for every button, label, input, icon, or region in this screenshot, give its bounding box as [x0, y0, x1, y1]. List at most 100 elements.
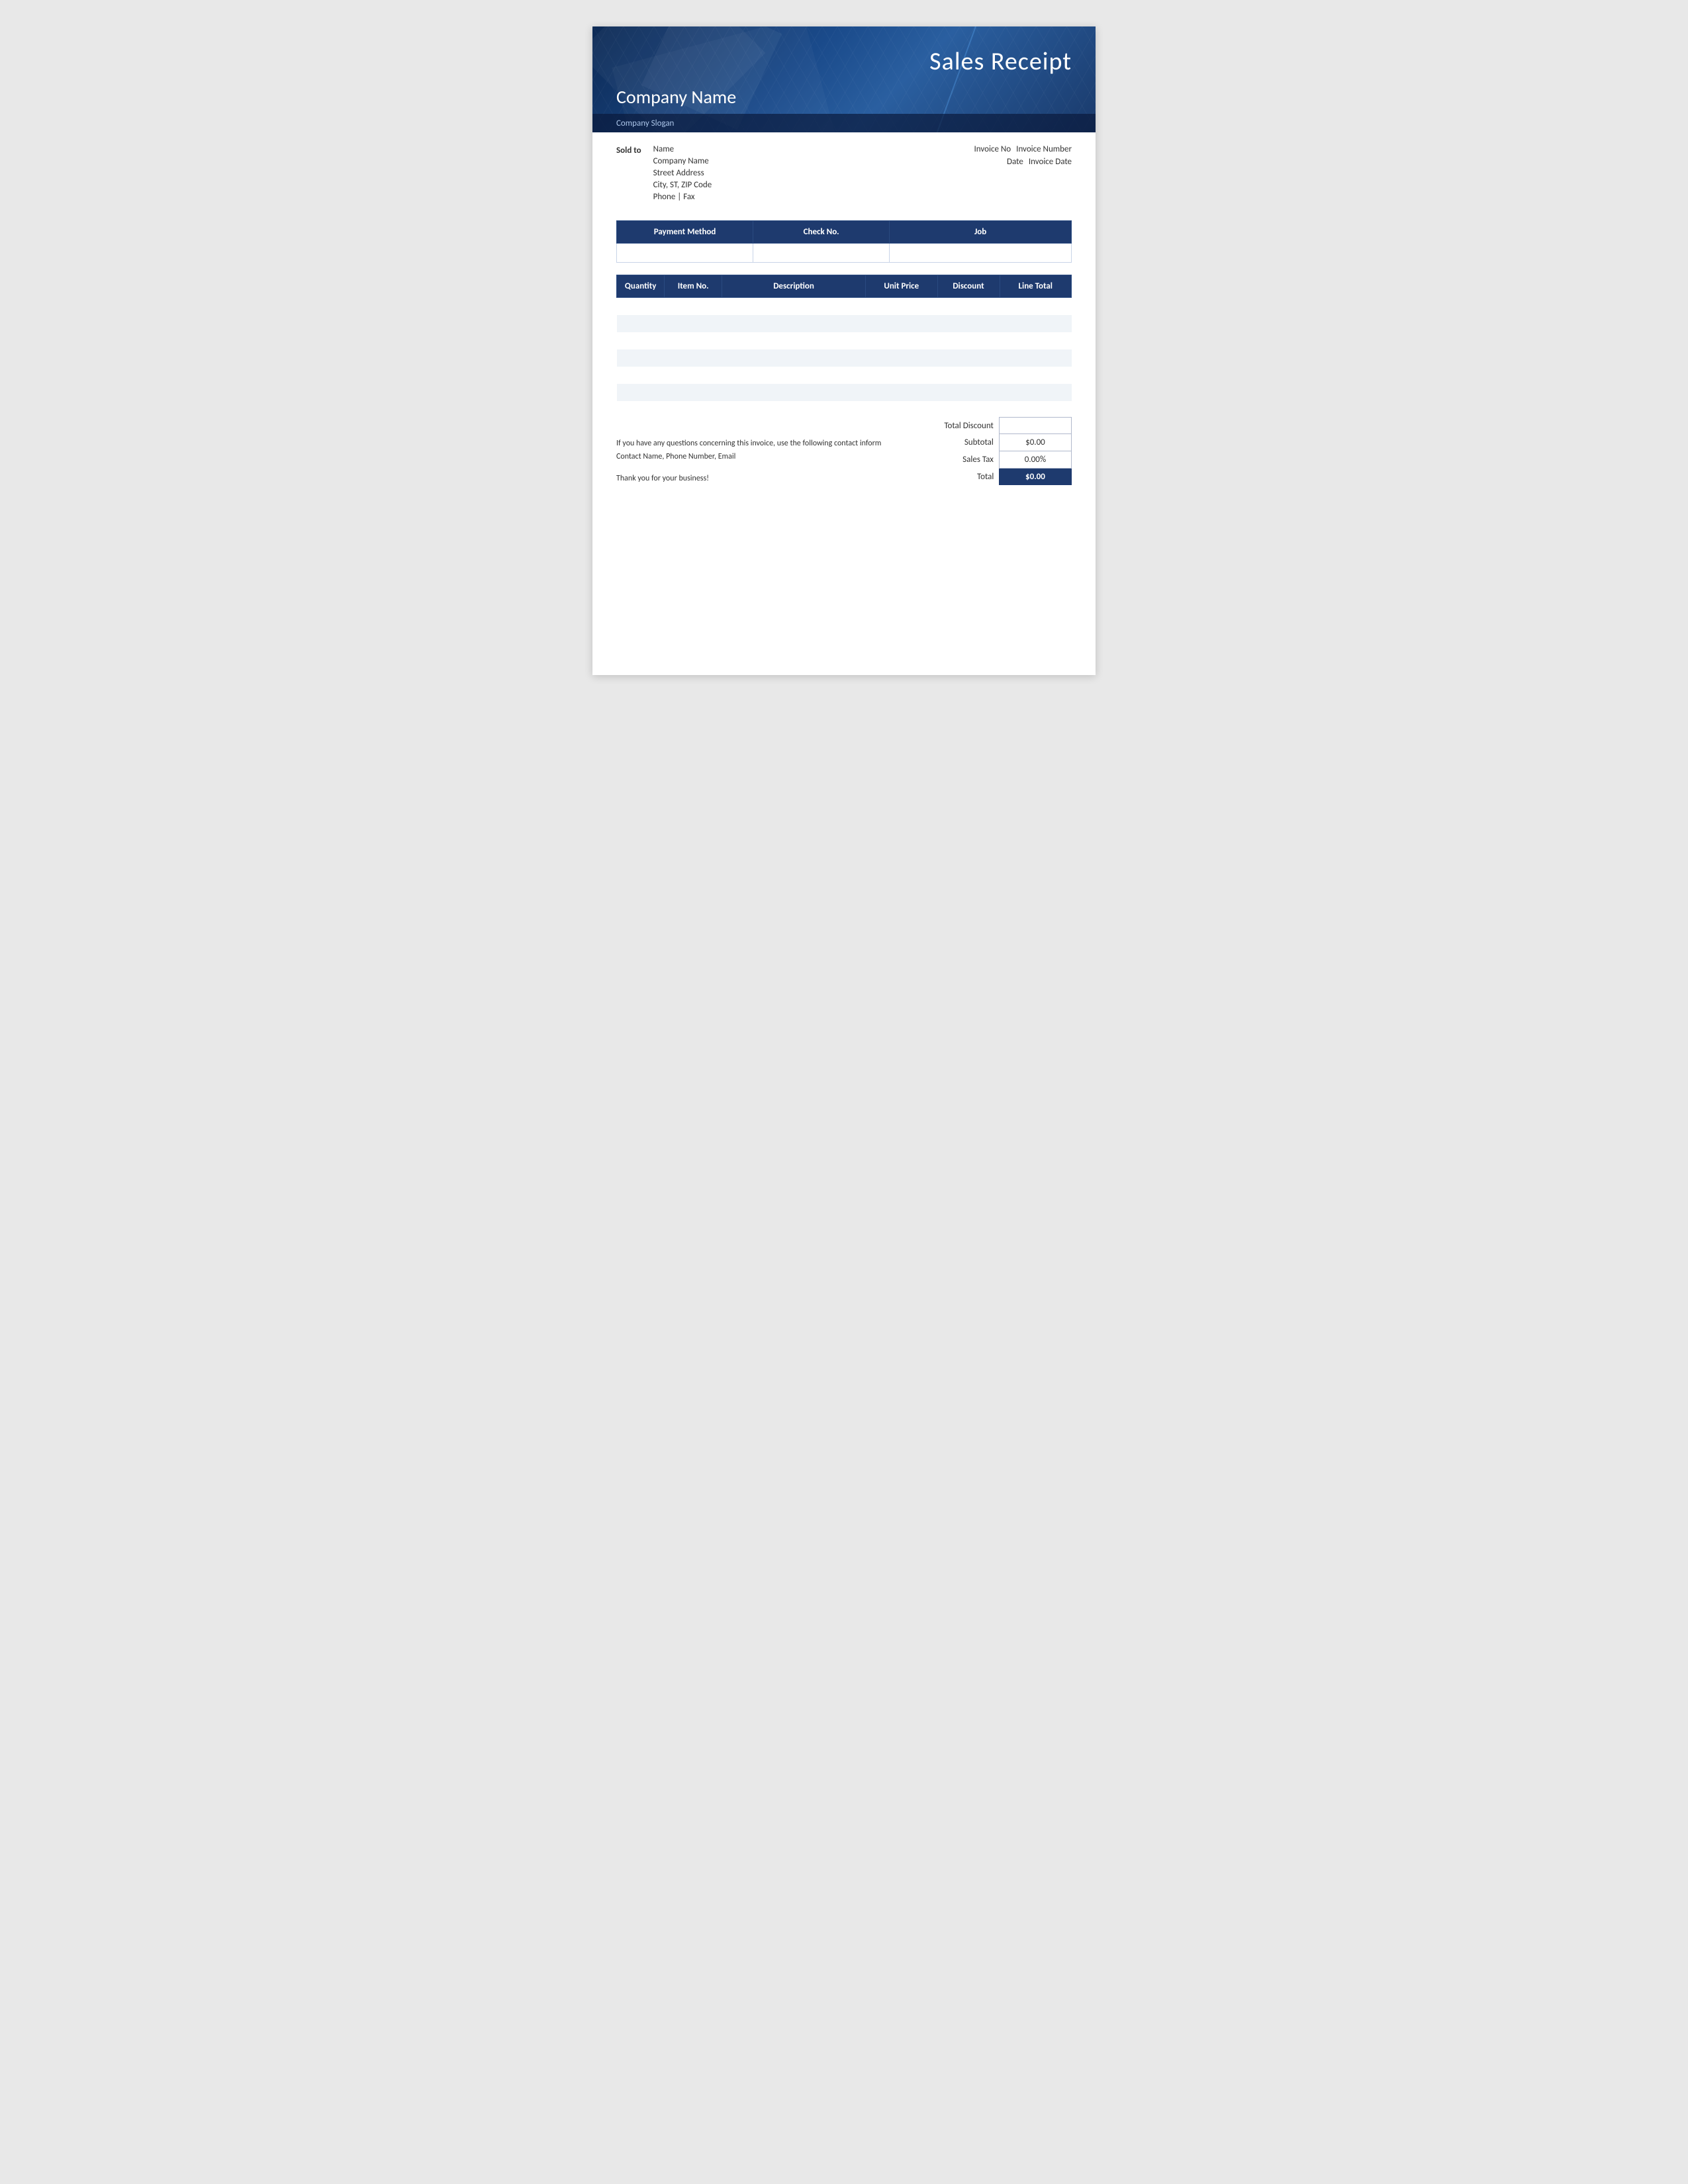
table-cell	[937, 332, 1000, 349]
totals-table: Total Discount Subtotal $0.00 Sales Tax …	[926, 417, 1072, 485]
line-total-header: Line Total	[1000, 275, 1072, 298]
table-cell	[617, 332, 665, 349]
slogan-bar: Company Slogan	[592, 114, 1096, 132]
total-discount-row: Total Discount	[926, 418, 1072, 434]
table-cell	[617, 349, 665, 367]
table-cell	[937, 298, 1000, 316]
table-cell	[665, 298, 722, 316]
table-cell	[937, 315, 1000, 332]
thank-you-text: Thank you for your business!	[616, 473, 913, 485]
table-cell	[1000, 332, 1072, 349]
table-cell	[665, 332, 722, 349]
table-cell	[665, 367, 722, 384]
table-cell	[1000, 349, 1072, 367]
contact-street: Street Address	[653, 168, 712, 178]
payment-table: Payment Method Check No. Job	[616, 220, 1072, 263]
company-slogan: Company Slogan	[616, 118, 674, 128]
table-cell	[665, 349, 722, 367]
invoice-date-value: Invoice Date	[1029, 157, 1072, 167]
table-cell	[937, 349, 1000, 367]
table-cell	[722, 349, 866, 367]
check-no-header: Check No.	[753, 221, 890, 244]
invoice-date-label: Date	[1007, 157, 1023, 167]
table-row	[617, 384, 1072, 401]
sold-to-label: Sold to	[616, 144, 641, 202]
contact-city: City, ST, ZIP Code	[653, 180, 712, 190]
header: Sales Receipt Company Name Company Sloga…	[592, 26, 1096, 132]
table-cell	[722, 298, 866, 316]
sold-to-left: Sold to Name Company Name Street Address…	[616, 144, 712, 202]
unit-price-header: Unit Price	[866, 275, 937, 298]
table-cell	[665, 315, 722, 332]
table-row	[617, 367, 1072, 384]
subtotal-label: Subtotal	[926, 434, 999, 451]
table-cell	[937, 384, 1000, 401]
subtotal-value: $0.00	[999, 434, 1071, 451]
table-cell	[617, 298, 665, 316]
table-cell	[1000, 315, 1072, 332]
discount-header: Discount	[937, 275, 1000, 298]
contact-text: If you have any questions concerning thi…	[616, 437, 913, 450]
subtotal-row: Subtotal $0.00	[926, 434, 1072, 451]
tax-label: Sales Tax	[926, 451, 999, 469]
payment-header-row: Payment Method Check No. Job	[617, 221, 1072, 244]
table-cell	[866, 298, 937, 316]
job-header: Job	[890, 221, 1072, 244]
invoice-no-value: Invoice Number	[1016, 144, 1072, 154]
table-row	[617, 298, 1072, 316]
total-value: $0.00	[999, 469, 1071, 486]
table-cell	[866, 384, 937, 401]
table-cell	[1000, 367, 1072, 384]
table-cell	[866, 367, 937, 384]
table-cell	[617, 367, 665, 384]
table-row	[617, 349, 1072, 367]
table-cell	[722, 332, 866, 349]
footer-area: If you have any questions concerning thi…	[616, 417, 1072, 485]
total-label: Total	[926, 469, 999, 486]
table-cell	[937, 367, 1000, 384]
company-name: Company Name	[616, 85, 736, 109]
sold-to-section: Sold to Name Company Name Street Address…	[592, 132, 1096, 208]
invoice-info: Invoice No Invoice Number Date Invoice D…	[974, 144, 1072, 202]
table-cell	[1000, 384, 1072, 401]
payment-method-header: Payment Method	[617, 221, 753, 244]
invoice-no-label: Invoice No	[974, 144, 1011, 154]
contact-detail: Contact Name, Phone Number, Email	[616, 451, 913, 463]
payment-data-row	[617, 244, 1072, 263]
table-cell	[722, 315, 866, 332]
tax-value: 0.00%	[999, 451, 1071, 469]
receipt-title: Sales Receipt	[929, 46, 1072, 77]
payment-method-cell	[617, 244, 753, 263]
table-row	[617, 315, 1072, 332]
quantity-header: Quantity	[617, 275, 665, 298]
items-header-row: Quantity Item No. Description Unit Price…	[617, 275, 1072, 298]
table-cell	[722, 384, 866, 401]
table-cell	[866, 349, 937, 367]
contact-company: Company Name	[653, 156, 712, 166]
table-cell	[1000, 298, 1072, 316]
total-row: Total $0.00	[926, 469, 1072, 486]
table-cell	[866, 315, 937, 332]
table-cell	[617, 384, 665, 401]
table-cell	[665, 384, 722, 401]
total-discount-label: Total Discount	[926, 418, 999, 434]
item-no-header: Item No.	[665, 275, 722, 298]
totals-section: Total Discount Subtotal $0.00 Sales Tax …	[926, 417, 1072, 485]
table-cell	[866, 332, 937, 349]
invoice-number-row: Invoice No Invoice Number	[974, 144, 1072, 154]
table-cell	[722, 367, 866, 384]
sold-to-info: Name Company Name Street Address City, S…	[653, 144, 712, 202]
footer-notes: If you have any questions concerning thi…	[616, 437, 926, 485]
contact-phone: Phone | Fax	[653, 192, 712, 202]
job-cell	[890, 244, 1072, 263]
table-row	[617, 332, 1072, 349]
items-table: Quantity Item No. Description Unit Price…	[616, 275, 1072, 401]
description-header: Description	[722, 275, 866, 298]
total-discount-value	[999, 418, 1071, 434]
contact-name: Name	[653, 144, 712, 154]
invoice-date-row: Date Invoice Date	[1007, 157, 1072, 167]
tax-row: Sales Tax 0.00%	[926, 451, 1072, 469]
page: Sales Receipt Company Name Company Sloga…	[592, 26, 1096, 675]
table-cell	[617, 315, 665, 332]
check-no-cell	[753, 244, 890, 263]
